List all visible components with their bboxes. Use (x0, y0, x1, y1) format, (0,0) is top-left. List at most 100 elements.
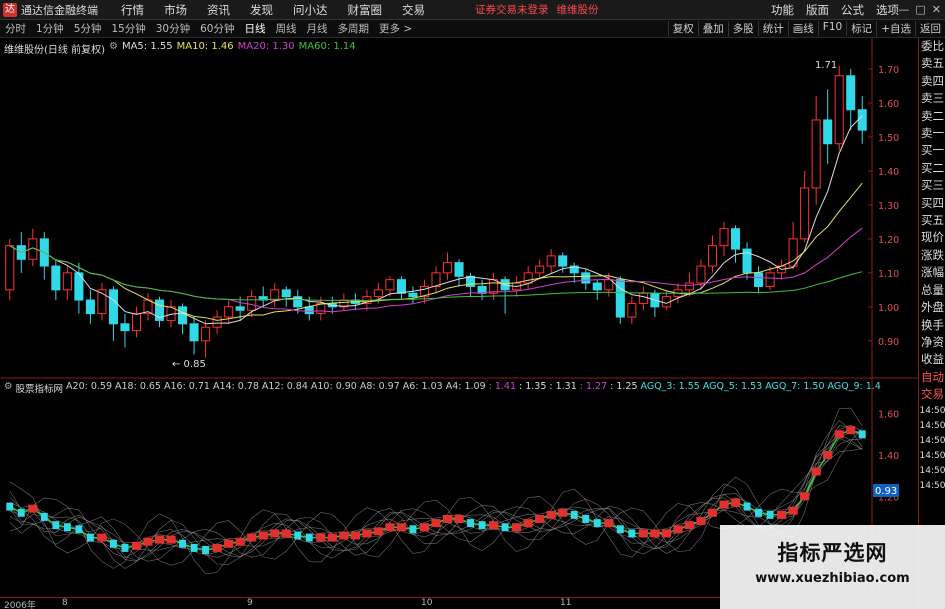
side-panel-item[interactable]: 卖一 (919, 125, 945, 142)
add-watchlist-button[interactable]: +自选 (876, 21, 915, 36)
side-panel-item[interactable]: 卖二 (919, 108, 945, 125)
indicator-red-bar (350, 531, 360, 540)
price-tick-label: 1.60 (878, 99, 899, 110)
kline-chart[interactable]: 1.70 1.60 1.50 1.40 1.30 1.20 1.10 1.00 0.90 1.60… (0, 38, 918, 597)
indicator-red-bar (834, 430, 844, 439)
side-panel-item[interactable]: 涨跌 (919, 247, 945, 264)
candle-body (546, 255, 556, 267)
tab-multi-period[interactable]: 多周期 (333, 21, 375, 36)
menu-item-news[interactable]: 资讯 (197, 2, 240, 18)
side-panel-item[interactable]: 交易 (919, 386, 945, 403)
mark-button[interactable]: 标记 (846, 21, 876, 36)
side-panel-item[interactable]: 买三 (919, 177, 945, 194)
statistics-button[interactable]: 统计 (757, 21, 788, 36)
side-panel-item[interactable]: 买四 (919, 195, 945, 212)
side-panel-item[interactable]: 买五 (919, 212, 945, 229)
side-panel-item[interactable]: 买一 (919, 142, 945, 159)
indicator-name[interactable]: 股票指标网 (16, 381, 64, 395)
draw-line-button[interactable]: 画线 (787, 21, 818, 36)
indicator-red-bar (442, 514, 453, 523)
indicator-value: A4: 1.09 (445, 381, 486, 392)
indicator-value: A10: 0.90 (310, 381, 357, 392)
time-axis-label: 2006年 (4, 601, 36, 609)
side-panel-item[interactable]: 现价 (919, 229, 945, 246)
indicator-settings-icon[interactable]: ⚙ (4, 381, 13, 395)
menu-item-discover[interactable]: 发现 (240, 2, 283, 18)
overlay-button[interactable]: 叠加 (697, 21, 728, 36)
side-panel-item[interactable]: 净资 (919, 334, 945, 351)
tab-15min[interactable]: 15分钟 (106, 21, 150, 36)
ma10-line (9, 182, 863, 321)
f10-button[interactable]: F10 (817, 21, 846, 36)
time-axis-label: 10 (421, 598, 433, 608)
side-panel-item[interactable]: 卖四 (919, 73, 945, 90)
tab-daily[interactable]: 日线 (240, 21, 271, 36)
indicator-red-bar (800, 492, 810, 501)
candle-body (396, 279, 406, 294)
side-panel-item[interactable]: 委比 (919, 38, 945, 55)
menu-item-wealth[interactable]: 财富圈 (338, 2, 393, 18)
indicator-legend: ⚙ 股票指标网 A20: 0.59 A18: 0.65 A16: 0.71 A14: … (4, 381, 881, 395)
menu-item-assistant[interactable]: 问小达 (283, 2, 338, 18)
tab-weekly[interactable]: 周线 (271, 21, 302, 36)
side-panel-item[interactable]: 外盘 (919, 299, 945, 316)
side-panel-item[interactable]: 买二 (919, 160, 945, 177)
indicator-red-bar (224, 539, 234, 548)
indicator-red-bar (846, 426, 856, 435)
menu-item-formula[interactable]: 公式 (835, 2, 870, 18)
tab-monthly[interactable]: 月线 (302, 21, 333, 36)
candle-body (408, 292, 418, 298)
candle-body (5, 245, 15, 291)
settings-icon[interactable]: ⚙ (109, 41, 118, 56)
menu-item-market[interactable]: 市场 (154, 2, 197, 18)
price-tick-label: 1.50 (878, 133, 899, 144)
tab-timeshare[interactable]: 分时 (0, 21, 31, 36)
watermark-title: 指标严选网 (777, 541, 888, 565)
side-panel-item[interactable]: 卖三 (919, 90, 945, 107)
indicator-red-bar (454, 514, 464, 523)
tab-more[interactable]: 更多 > (374, 21, 417, 36)
right-menu: 功能 版面 公式 选项 (765, 2, 905, 18)
indicator-cyan-bar (40, 512, 48, 521)
price-tick-label: 1.00 (878, 303, 899, 314)
candle-body (800, 187, 810, 240)
side-panel-item[interactable]: 换手 (919, 317, 945, 334)
menu-item-layout[interactable]: 版面 (800, 2, 835, 18)
tab-60min[interactable]: 60分钟 (195, 21, 239, 36)
main-menu: 行情 市场 资讯 发现 问小达 财富圈 交易 (111, 2, 435, 18)
indicator-cyan-bar (858, 430, 866, 439)
indicator-red-bar (154, 535, 165, 544)
menu-item-quotes[interactable]: 行情 (111, 2, 154, 18)
indicator-red-bar (327, 533, 337, 542)
high-annotation: 1.71 (815, 60, 837, 71)
indicator-cyan-bar (467, 519, 475, 528)
side-panel-item[interactable]: 收益 (919, 351, 945, 368)
menu-item-trade[interactable]: 交易 (392, 2, 435, 18)
candle-body (131, 313, 142, 332)
candle-body (627, 302, 637, 318)
tab-30min[interactable]: 30分钟 (151, 21, 195, 36)
side-panel-item[interactable]: 涨幅 (919, 264, 945, 281)
multi-stock-button[interactable]: 多股 (727, 21, 758, 36)
side-panel-item[interactable]: 卖五 (919, 55, 945, 72)
tab-1min[interactable]: 1分钟 (31, 21, 69, 36)
indicator-value: AGQ_9: 1.4 (827, 381, 881, 392)
tab-5min[interactable]: 5分钟 (69, 21, 107, 36)
indicator-red-bar (661, 529, 672, 538)
candle-body (385, 279, 395, 291)
restore-rights-button[interactable]: 复权 (667, 21, 698, 36)
indicator-value: A20: 0.59 (66, 381, 113, 392)
maximize-icon[interactable]: □ (915, 3, 925, 16)
indicator-red-bar (258, 531, 268, 540)
login-notice[interactable]: 证券交易未登录 (475, 2, 549, 17)
side-panel-item[interactable]: 总量 (919, 282, 945, 299)
stock-name-notice: 维维股份 (556, 4, 599, 16)
indicator-value: : 1.41 (488, 381, 516, 392)
menu-item-functions[interactable]: 功能 (765, 2, 800, 18)
back-button[interactable]: 返回 (915, 21, 945, 36)
minimize-icon[interactable]: — (898, 3, 909, 16)
indicator-red-bar (247, 533, 257, 542)
price-tick-label: 0.90 (878, 337, 899, 348)
close-icon[interactable]: ✕ (932, 3, 941, 16)
side-panel-item[interactable]: 自动 (919, 369, 945, 386)
